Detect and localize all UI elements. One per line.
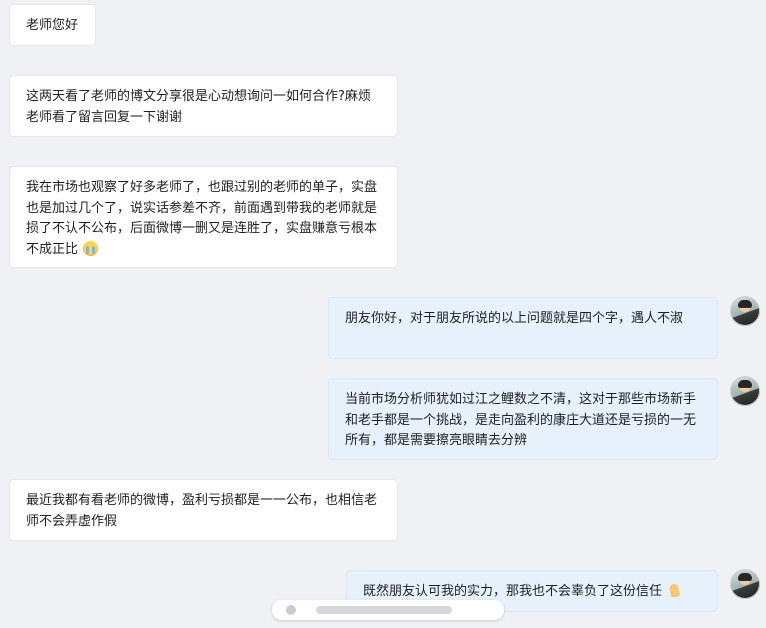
scroll-indicator-dot bbox=[286, 605, 296, 615]
message-text: 我在市场也观察了好多老师了，也跟过别的老师的单子，实盘也是加过几个了，说实话参差… bbox=[26, 180, 378, 257]
message-text: 既然朋友认可我的实力，那我也不会辜负了这份信任 bbox=[363, 584, 663, 599]
avatar bbox=[730, 376, 760, 406]
avatar bbox=[730, 569, 760, 599]
message-text: 最近我都有看老师的微博，盈利亏损都是一一公布，也相信老师不会弄虚作假 bbox=[26, 493, 378, 529]
scrollbar-thumb[interactable] bbox=[316, 606, 452, 614]
avatar-glasses bbox=[739, 307, 751, 311]
folded-hands-icon bbox=[667, 583, 682, 598]
avatar-glasses bbox=[739, 387, 751, 391]
message-incoming-1: 老师您好 bbox=[9, 4, 96, 46]
crying-face-icon bbox=[83, 240, 99, 256]
avatar-glasses bbox=[739, 580, 751, 584]
message-incoming-4: 最近我都有看老师的微博，盈利亏损都是一一公布，也相信老师不会弄虚作假 bbox=[9, 479, 398, 541]
horizontal-scrollbar[interactable] bbox=[272, 600, 504, 620]
message-text: 老师您好 bbox=[26, 18, 79, 33]
message-text: 朋友你好，对于朋友所说的以上问题就是四个字，遇人不淑 bbox=[345, 311, 684, 326]
message-incoming-2: 这两天看了老师的博文分享很是心动想询问一如何合作?麻烦老师看了留言回复一下谢谢 bbox=[9, 75, 398, 137]
message-text: 当前市场分析师犹如过江之鲤数之不清，这对于那些市场新手和老手都是一个挑战，是走向… bbox=[345, 392, 697, 448]
message-outgoing-1: 朋友你好，对于朋友所说的以上问题就是四个字，遇人不淑 bbox=[328, 297, 718, 359]
message-incoming-3: 我在市场也观察了好多老师了，也跟过别的老师的单子，实盘也是加过几个了，说实话参差… bbox=[9, 166, 398, 268]
message-outgoing-2: 当前市场分析师犹如过江之鲤数之不清，这对于那些市场新手和老手都是一个挑战，是走向… bbox=[328, 378, 718, 460]
chat-view: 老师您好 这两天看了老师的博文分享很是心动想询问一如何合作?麻烦老师看了留言回复… bbox=[0, 0, 766, 628]
message-text: 这两天看了老师的博文分享很是心动想询问一如何合作?麻烦老师看了留言回复一下谢谢 bbox=[26, 89, 371, 125]
avatar bbox=[730, 296, 760, 326]
